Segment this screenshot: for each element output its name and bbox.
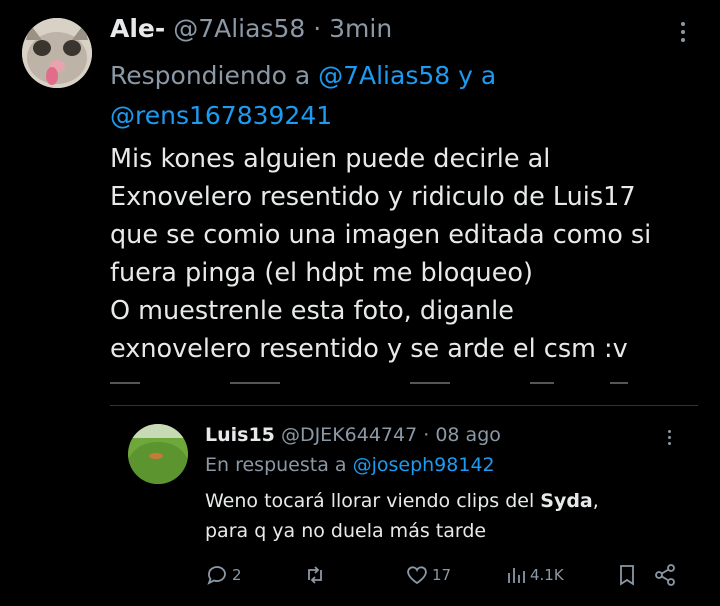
tweet-text-line: fuera pinga (el hdpt me bloqueo) (110, 258, 533, 288)
bookmark-icon (620, 565, 634, 586)
view-count: 4.1K (530, 566, 564, 584)
retweet-icon (308, 566, 322, 584)
separator-dot: · (423, 424, 430, 446)
tweet-text-line: Mis kones alguien puede decirle al (110, 144, 551, 174)
replying-to-prefix: Respondiendo a (110, 61, 319, 90)
quoted-tweet-header: Luis15 @DJEK644747 · 08 ago (205, 424, 501, 446)
author-handle[interactable]: @7Alias58 (173, 14, 305, 43)
action-bar: 2 17 4.1K (205, 560, 675, 590)
quoted-avatar[interactable] (128, 424, 188, 484)
share-button[interactable] (653, 560, 677, 590)
tweet-text-line: O muestrenle esta foto, diganle (110, 296, 514, 326)
reply-mention-link-2[interactable]: @rens167839241 (110, 101, 332, 130)
quoted-text-bold: Syda (540, 490, 593, 512)
tweet-text-line: que se comio una imagen editada como si (110, 220, 652, 250)
quoted-tweet-text: Weno tocará llorar viendo clips del Syda… (205, 486, 685, 546)
quoted-replying-prefix: En respuesta a (205, 454, 353, 476)
author-name[interactable]: Ale- (110, 14, 165, 43)
more-options-icon[interactable] (676, 22, 690, 48)
analytics-icon (508, 568, 525, 583)
share-icon (655, 564, 675, 586)
quoted-timestamp[interactable]: 08 ago (435, 424, 501, 446)
avatar-cat-image (22, 18, 92, 88)
tweet-text-line: Exnovelero resentido y ridiculo de Luis1… (110, 182, 636, 212)
separator-dot: · (313, 14, 322, 43)
cropped-text-fragment (110, 380, 670, 388)
timestamp[interactable]: 3min (329, 14, 392, 43)
tweet-header: Ale- @7Alias58 · 3min (110, 14, 392, 43)
reply-button[interactable]: 2 (205, 560, 242, 590)
reply-icon (207, 566, 226, 585)
avatar[interactable] (22, 18, 92, 88)
retweet-button[interactable] (303, 560, 330, 590)
quoted-author-handle[interactable]: @DJEK644747 (281, 424, 417, 446)
avatar-grass-image (128, 424, 188, 484)
quoted-replying-to: En respuesta a @joseph98142 (205, 454, 495, 476)
reply-mention-link[interactable]: @7Alias58 y a (318, 61, 496, 90)
quoted-text-line-2: para q ya no duela más tarde (205, 520, 487, 542)
quoted-text-line-1: Weno tocará llorar viendo clips del Syda… (205, 486, 685, 516)
tweet: Ale- @7Alias58 · 3min Respondiendo a @7A… (0, 0, 720, 605)
replying-to: Respondiendo a @7Alias58 y a @rens167839… (110, 56, 670, 136)
bookmark-button[interactable] (615, 560, 639, 590)
tweet-text-line: exnovelero resentido y se arde el csm :v (110, 334, 628, 364)
quoted-author-name[interactable]: Luis15 (205, 424, 275, 446)
views-button[interactable]: 4.1K (505, 560, 564, 590)
reply-count: 2 (232, 566, 242, 584)
quoted-more-options-icon[interactable] (664, 430, 674, 452)
heart-icon (407, 566, 427, 585)
like-button[interactable]: 17 (405, 560, 451, 590)
quoted-text-segment: , (592, 490, 599, 512)
quoted-text-segment: Weno tocará llorar viendo clips del (205, 490, 541, 512)
tweet-text: Mis kones alguien puede decirle al Exnov… (110, 140, 700, 368)
like-count: 17 (432, 566, 452, 584)
quoted-reply-mention-link[interactable]: @joseph98142 (353, 454, 495, 476)
quoted-tweet[interactable]: Luis15 @DJEK644747 · 08 ago En respuesta… (110, 405, 698, 606)
